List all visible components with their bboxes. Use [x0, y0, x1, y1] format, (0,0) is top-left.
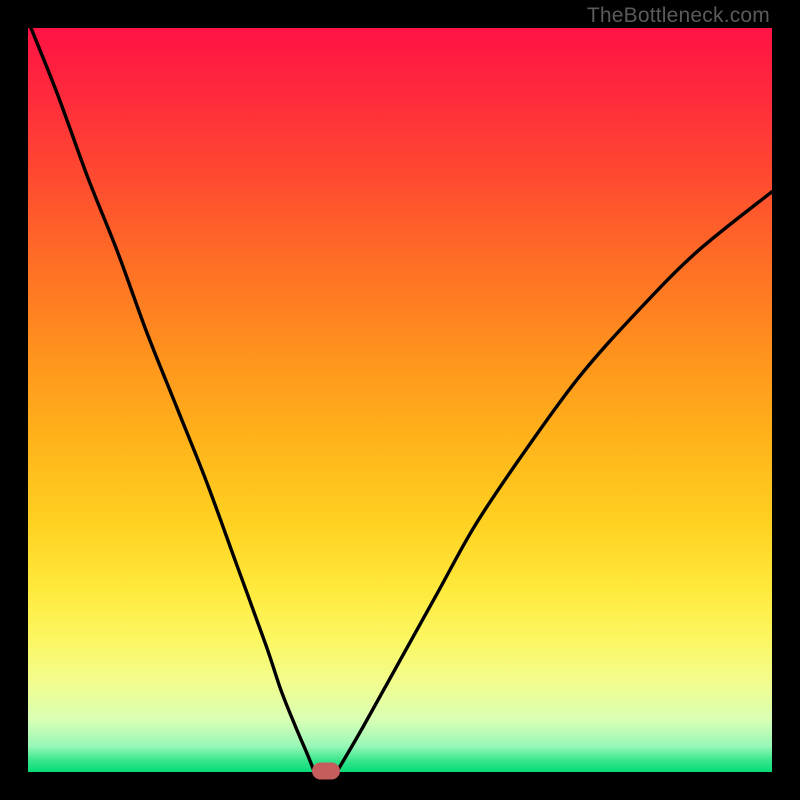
watermark-text: TheBottleneck.com [587, 4, 770, 28]
optimal-point-marker [312, 763, 340, 780]
chart-frame: TheBottleneck.com [0, 0, 800, 800]
bottleneck-curve [28, 21, 772, 772]
curve-svg [28, 28, 772, 772]
plot-area [28, 28, 772, 772]
